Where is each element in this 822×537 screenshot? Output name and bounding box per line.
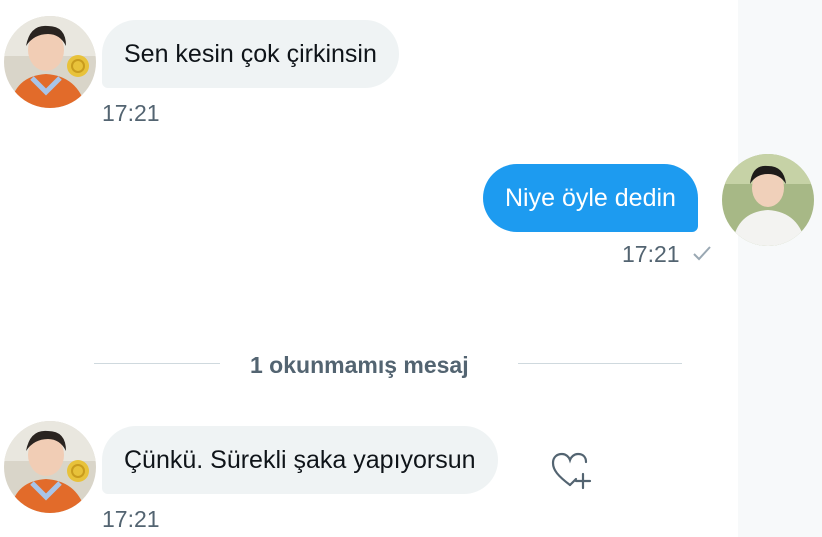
checkmark-icon — [692, 244, 712, 267]
message-bubble[interactable]: Sen kesin çok çirkinsin — [102, 20, 399, 88]
message-text: Niye öyle dedin — [505, 184, 676, 212]
own-avatar[interactable] — [722, 154, 814, 246]
message-text: Çünkü. Sürekli şaka yapıyorsun — [124, 446, 476, 474]
sender-avatar[interactable] — [4, 16, 96, 108]
sender-avatar[interactable] — [4, 421, 96, 513]
divider-line-right — [518, 363, 682, 364]
message-bubble-sent[interactable]: Niye öyle dedin — [483, 164, 698, 232]
message-bubble[interactable]: Çünkü. Sürekli şaka yapıyorsun — [102, 426, 498, 494]
unread-divider: 1 okunmamış mesaj — [250, 352, 469, 378]
message-text: Sen kesin çok çirkinsin — [124, 40, 377, 68]
right-panel-background — [738, 0, 822, 537]
message-timestamp: 17:21 — [622, 241, 680, 267]
divider-line-left — [94, 363, 220, 364]
heart-plus-icon[interactable] — [550, 451, 592, 491]
message-timestamp: 17:21 — [102, 506, 160, 532]
message-timestamp: 17:21 — [102, 100, 160, 126]
